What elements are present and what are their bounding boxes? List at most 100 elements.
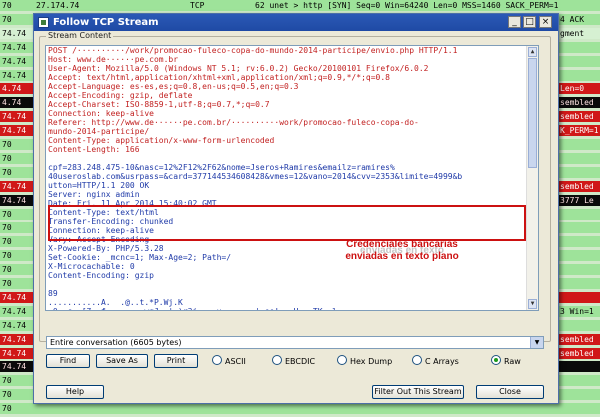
packet-row-info: sembled [560, 348, 594, 358]
stream-line: Accept-Encoding: gzip, deflate [48, 91, 193, 100]
radio-label: Raw [504, 357, 521, 366]
packet-row-info: 3 Win=1 [560, 306, 594, 316]
packet-row-address: 74.74 [2, 320, 27, 330]
packet-row-address: 70 [2, 209, 12, 219]
stream-text-area[interactable]: POST /··········/work/promocao-fuleco-co… [45, 45, 539, 311]
stream-line: ...........A. .@..t.*P.Wj.K [48, 298, 183, 307]
stream-line [46, 154, 538, 163]
chevron-down-icon[interactable]: ▼ [530, 337, 543, 348]
radio-label: ASCII [225, 357, 246, 366]
minimize-button[interactable]: _ [508, 16, 521, 28]
packet-row-info: K_PERM=1 [560, 126, 599, 136]
annotation-line-2: enviadas en texto plano [345, 251, 459, 262]
radio-circle-icon[interactable] [337, 355, 347, 365]
packet-row-address: 70 [2, 390, 12, 400]
packet-row[interactable]: 70 [0, 403, 600, 415]
conversation-select[interactable]: Entire conversation (6605 bytes) ▼ [46, 336, 544, 349]
packet-row-info: 4 ACK [560, 14, 585, 24]
title-bar[interactable]: Follow TCP Stream _ □ × [34, 14, 558, 31]
stream-line: utton=HTTP/1.1 200 OK [48, 181, 150, 190]
packet-row-address: 74.74 [2, 28, 27, 38]
packet-row-address: 74.74 [2, 42, 27, 52]
filter-out-stream-button[interactable]: Filter Out This Stream [372, 385, 464, 399]
radio-circle-icon[interactable] [491, 355, 501, 365]
print-button[interactable]: Print [154, 354, 198, 368]
packet-row-address: 74.74 [2, 362, 27, 372]
conversation-select-value: Entire conversation (6605 bytes) [50, 338, 182, 347]
stream-line: Accept-Language: es-es,es;q=0.8,en-us;q=… [48, 82, 299, 91]
packet-row-info: Len=0 [560, 84, 585, 94]
radio-label: Hex Dump [350, 357, 393, 366]
wireshark-app-icon [38, 17, 49, 28]
maximize-button[interactable]: □ [523, 16, 536, 28]
radio-label: C Arrays [425, 357, 459, 366]
packet-row-address: 70 [2, 223, 12, 233]
stream-line: Content-Encoding: gzip [48, 271, 154, 280]
packet-row-address: 70 [2, 251, 12, 261]
packet-row-info: sembled [560, 334, 594, 344]
packet-row-address: 74.74 [2, 306, 27, 316]
packet-row-address: 70 [2, 237, 12, 247]
packet-row-address: 70 [2, 404, 12, 414]
scroll-thumb[interactable] [528, 58, 537, 168]
stream-line: .0..c..[7..f........wqJ..'.)r3j....u....… [46, 307, 538, 310]
radio-label: EBCDIC [285, 357, 316, 366]
stream-line: POST /··········/work/promocao-fuleco-co… [48, 46, 458, 55]
packet-row-info: sembled [560, 181, 594, 191]
packet-row-address: 74.74 [2, 181, 27, 191]
packet-row-protocol: TCP [190, 1, 205, 10]
radio-hex-dump[interactable]: Hex Dump [337, 355, 392, 367]
packet-row-address: 70 [2, 14, 12, 24]
packet-row-address: 70 [2, 153, 12, 163]
packet-row-address: 74.74 [2, 334, 27, 344]
stream-line: cpf=283.248.475-10&nasc=12%2F12%2F62&nom… [48, 163, 395, 172]
packet-row-address: 70 [2, 167, 12, 177]
packet-row-info: sembled [560, 98, 594, 108]
radio-ascii[interactable]: ASCII [212, 355, 246, 367]
packet-row-address: 74.74 [2, 348, 27, 358]
packet-row-info: sembled [560, 112, 594, 122]
packet-row-address: 74.74 [2, 70, 27, 80]
scroll-up-icon[interactable]: ▲ [528, 47, 537, 57]
vertical-scrollbar[interactable]: ▲ ▼ [526, 46, 538, 310]
radio-raw[interactable]: Raw [491, 355, 521, 367]
packet-row-info: 3777 Le [560, 195, 594, 205]
stream-lines: POST /··········/work/promocao-fuleco-co… [46, 46, 538, 310]
stream-content-group: Stream Content POST /··········/work/pro… [39, 31, 551, 342]
stream-line: Referer: http://www.de······pe.com.br/··… [48, 118, 419, 127]
credentials-highlight-box [48, 205, 526, 241]
packet-row-address: 70 [2, 376, 12, 386]
stream-line: User-Agent: Mozilla/5.0 (Windows NT 5.1;… [48, 64, 429, 73]
stream-line: Content-Type: application/x-www-form-url… [48, 136, 275, 145]
packet-row-address: 70 [2, 1, 12, 10]
radio-c-arrays[interactable]: C Arrays [412, 355, 459, 367]
packet-row-address: 74.74 [2, 126, 27, 136]
stream-line: Server: nginx admin [48, 190, 140, 199]
packet-row-source: 27.174.74 [36, 1, 80, 10]
save-as-button[interactable]: Save As [96, 354, 148, 368]
packet-row-info: gment [560, 28, 585, 38]
stream-line: Accept: text/html,application/xhtml+xml,… [48, 73, 390, 82]
window-title: Follow TCP Stream [53, 17, 159, 28]
scroll-down-icon[interactable]: ▼ [528, 299, 537, 309]
stream-content-label: Stream Content [46, 31, 114, 41]
packet-row-info: 62 unet > http [SYN] Seq=0 Win=64240 Len… [255, 1, 559, 10]
find-button[interactable]: Find [46, 354, 90, 368]
close-button[interactable]: Close [476, 385, 544, 399]
stream-line: mundo-2014-participe/ [48, 127, 150, 136]
radio-circle-icon[interactable] [212, 355, 222, 365]
radio-circle-icon[interactable] [272, 355, 282, 365]
close-window-button[interactable]: × [539, 16, 552, 28]
packet-row-address: 74.74 [2, 112, 27, 122]
stream-line: Accept-Charset: ISO-8859-1,utf-8;q=0.7,*… [48, 100, 270, 109]
packet-row-address: 74.74 [2, 195, 27, 205]
packet-row[interactable]: 70 27.174.74 TCP 62 unet > http [SYN] Seq=0… [0, 0, 600, 11]
help-button[interactable]: Help [46, 385, 104, 399]
follow-tcp-stream-window: Follow TCP Stream _ □ × Stream Content P… [33, 13, 559, 404]
packet-row-address: 70 [2, 140, 12, 149]
packet-row-address: 74.74 [2, 56, 27, 66]
radio-ebcdic[interactable]: EBCDIC [272, 355, 315, 367]
packet-row-address: 4.74 [2, 98, 22, 108]
radio-circle-icon[interactable] [412, 355, 422, 365]
stream-line [46, 280, 538, 289]
